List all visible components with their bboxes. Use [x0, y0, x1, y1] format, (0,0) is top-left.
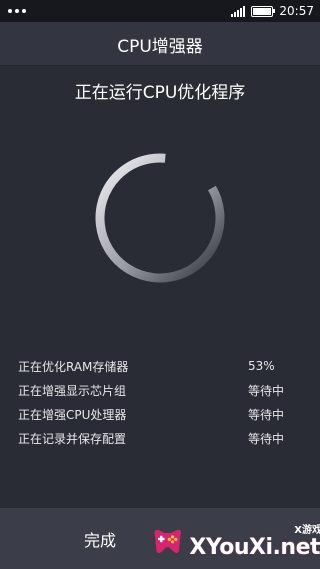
watermark: X游戏 XYouXi.net — [150, 513, 320, 569]
app-title-bar: CPU增强器 — [0, 22, 320, 66]
task-row: 正在记录并保存配置 等待中 — [18, 426, 308, 450]
battery-icon — [251, 5, 276, 17]
watermark-brand-text: XYouXi.net — [189, 534, 320, 560]
task-row: 正在优化RAM存储器 53% — [18, 354, 308, 378]
task-status: 等待中 — [248, 383, 285, 398]
watermark-small-text: X游戏 — [294, 524, 320, 536]
task-label: 正在增强CPU处理器 — [18, 407, 127, 422]
task-label: 正在记录并保存配置 — [18, 431, 127, 446]
status-bar: 20:57 — [0, 0, 320, 22]
done-button[interactable]: 完成 — [84, 527, 116, 551]
task-status: 等待中 — [248, 431, 285, 446]
task-status: 53% — [248, 359, 275, 373]
task-row: 正在增强CPU处理器 等待中 — [18, 402, 308, 426]
task-label: 正在增强显示芯片组 — [18, 383, 127, 398]
gamepad-logo-icon — [154, 529, 181, 554]
signal-icon — [231, 5, 246, 17]
task-list: 正在优化RAM存储器 53% 正在增强显示芯片组 等待中 正在增强CPU处理器 … — [18, 354, 308, 450]
page-heading: 正在运行CPU优化程序 — [74, 83, 246, 103]
task-label: 正在优化RAM存储器 — [18, 359, 129, 374]
clock: 20:57 — [279, 4, 314, 18]
task-status: 等待中 — [248, 407, 285, 422]
task-row: 正在增强显示芯片组 等待中 — [18, 378, 308, 402]
progress-ring — [95, 153, 225, 283]
progress-arc — [95, 153, 225, 283]
more-dots-icon — [8, 9, 26, 13]
app-title: CPU增强器 — [117, 36, 203, 57]
status-right: 20:57 — [231, 4, 314, 18]
